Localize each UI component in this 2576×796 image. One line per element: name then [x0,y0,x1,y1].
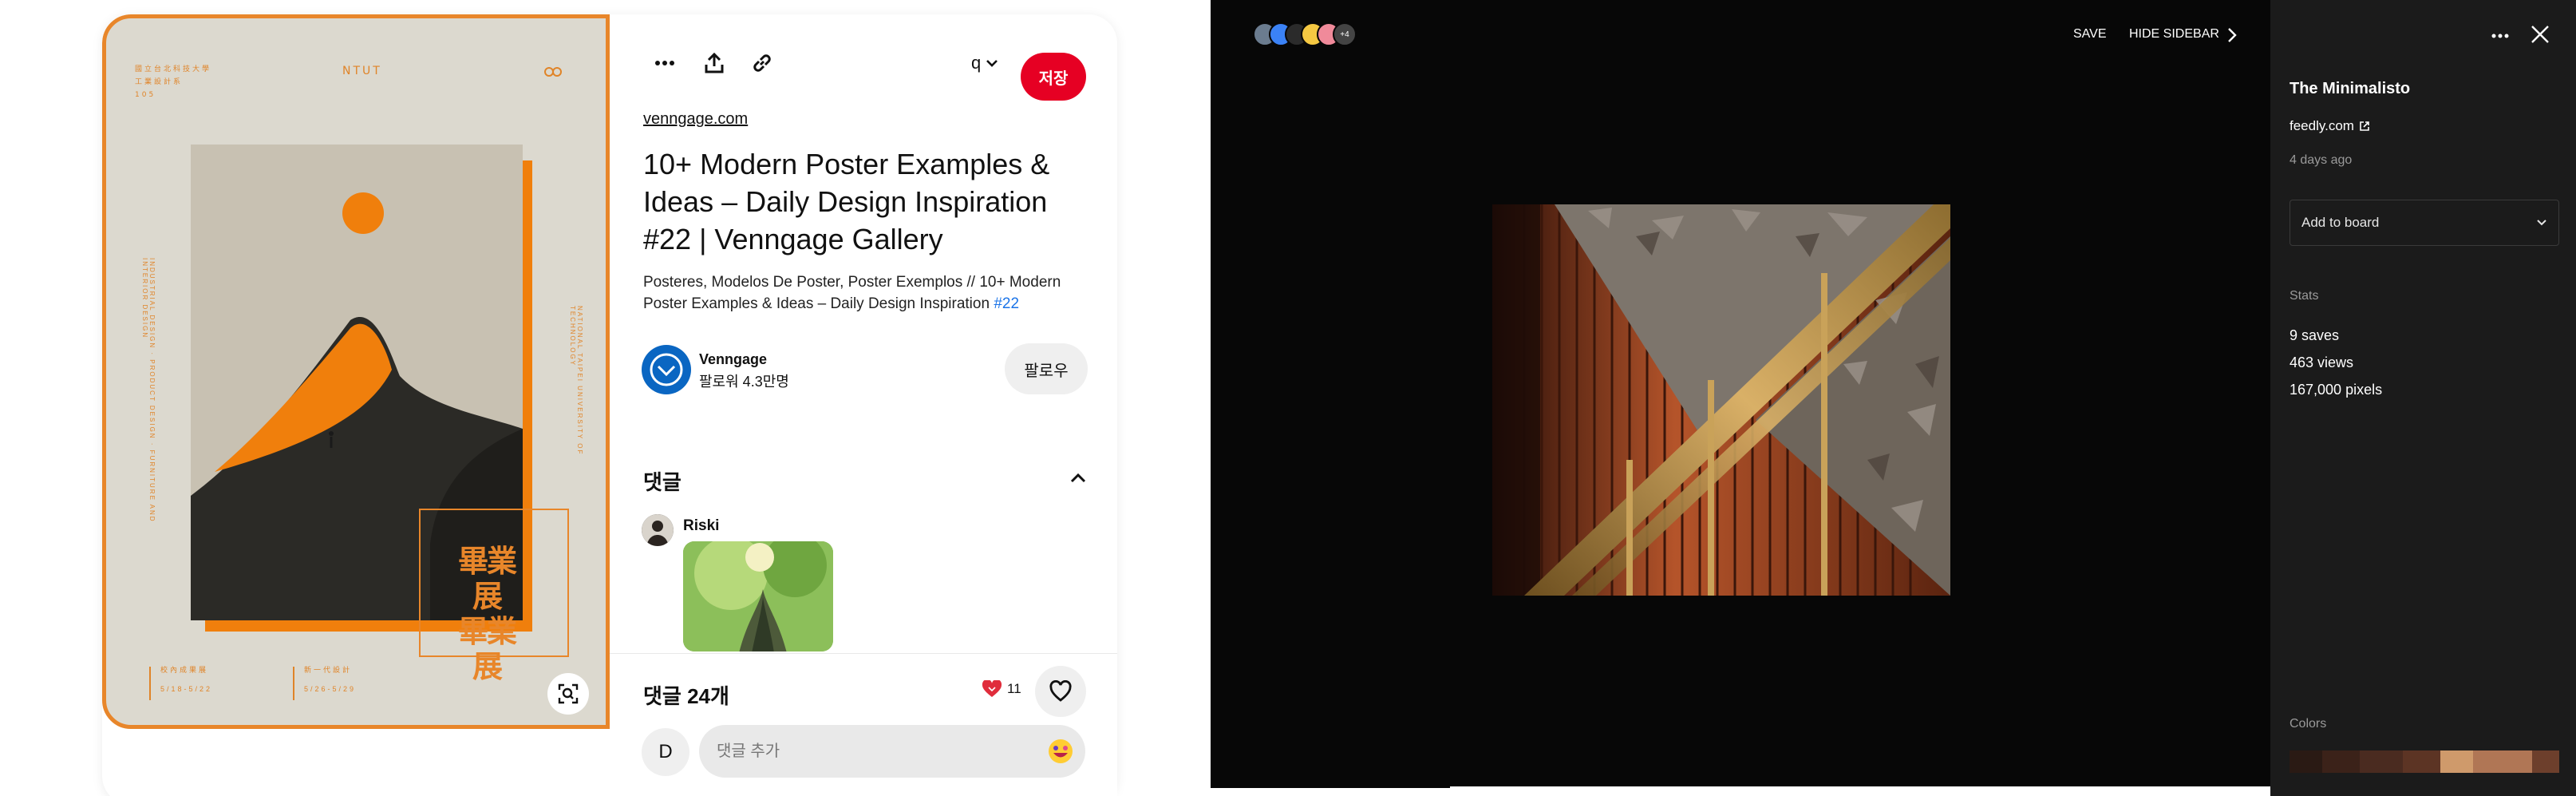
main-photo[interactable] [1492,204,1950,596]
chevron-down-icon [2537,220,2546,226]
stat-pixels: 167,000 pixels [2290,382,2383,398]
color-swatch [2321,750,2360,773]
emoji-icon[interactable] [1047,738,1074,765]
post-title[interactable]: The Minimalisto [2290,80,2410,98]
comment-image[interactable] [683,541,833,651]
pin-title: 10+ Modern Poster Examples & Ideas – Dai… [643,148,1050,255]
close-icon[interactable] [2528,22,2552,46]
share-button[interactable] [694,46,734,80]
add-to-board-select[interactable]: Add to board [2290,200,2559,246]
board-selector[interactable]: q [971,50,998,77]
heart-reaction-icon [982,680,1002,697]
stat-saves: 9 saves [2290,327,2340,343]
creator-name[interactable]: Venngage [699,351,767,368]
comment-count: 댓글 24개 [643,684,729,708]
stats-heading: Stats [2290,289,2319,303]
reaction-count: 11 [1007,681,1021,696]
add-comment-input[interactable] [699,725,1085,778]
stair-interior-photo [1492,204,1950,596]
pin-description: Posteres, Modelos De Poster, Poster Exem… [643,271,1090,315]
share-icon [705,52,724,73]
copy-link-button[interactable] [742,46,782,80]
poster-event-right: 新一代設計 5/26-5/29 [304,666,357,693]
source-domain: feedly.com [2290,118,2354,133]
poster-school-text: 國立台北科技大學 工業設計系 105 [135,65,212,99]
poster-chars-line-1: 畢業展 [457,543,517,614]
poster-left-vertical-text: INDUSTRIAL DESIGN · PRODUCT DESIGN · FUR… [141,258,156,523]
more-icon [655,61,674,65]
viewer-save-button[interactable]: SAVE [2073,27,2107,42]
colors-heading: Colors [2290,717,2327,731]
poster-right-vertical-text: NATIONAL TAIPEI UNIVERSITY OF TECHNOLOGY [569,306,583,456]
post-time: 4 days ago [2290,153,2353,167]
my-avatar[interactable]: D [642,728,689,776]
poster-chars: 畢業展 畢業展 [454,543,520,684]
color-swatch [2402,750,2441,773]
color-swatch [2532,750,2559,773]
tree-photo [683,541,833,651]
collaborator-avatars[interactable]: +4 [1253,22,1357,46]
color-swatch [2290,750,2322,773]
commenter-name[interactable]: Riski [683,517,719,535]
source-domain-link[interactable]: feedly.com [2290,118,2370,134]
stat-views: 463 views [2290,354,2354,370]
add-to-board-label: Add to board [2301,215,2380,230]
person-icon [642,514,674,546]
poster-brand: NTUT [342,65,382,77]
chevron-right-icon[interactable] [2225,26,2239,45]
poster-divider [149,667,151,700]
more-options-button[interactable] [645,46,685,80]
hide-sidebar-button[interactable]: HIDE SIDEBAR [2129,27,2219,42]
heart-icon [1049,680,1072,702]
creator-followers: 팔로워 4.3만명 [699,374,789,390]
board-selector-initial: q [971,53,982,73]
comments-heading: 댓글 [643,470,682,494]
poster-logo-icon [544,67,562,77]
hashtag-link[interactable]: #22 [994,295,1019,312]
visual-search-icon [558,683,579,704]
color-swatch [2440,750,2473,773]
follow-button[interactable]: 팔로우 [1005,343,1088,394]
venngage-logo-icon [650,353,683,386]
color-palette [2290,750,2559,773]
viewer-strip [1211,786,1450,788]
save-button[interactable]: 저장 [1021,53,1086,101]
color-swatch [2359,750,2403,773]
chevron-down-icon [986,60,998,67]
poster-event-left: 校內成果展 5/18-5/22 [160,666,213,693]
commenter-avatar[interactable] [642,514,674,546]
creator-avatar[interactable] [642,345,691,394]
color-swatch [2472,750,2533,773]
source-link[interactable]: venngage.com [643,110,748,129]
link-icon [753,54,771,72]
collaborator-more-count: +4 [1333,22,1357,46]
poster-divider [293,667,294,700]
reaction-summary[interactable]: 11 [982,680,1021,698]
poster-chars-line-2: 畢業展 [457,613,517,684]
more-icon[interactable] [2488,24,2512,48]
collapse-comments-chevron-up-icon[interactable] [1066,466,1090,490]
external-link-icon [2360,121,2369,131]
react-button[interactable] [1035,666,1086,717]
pin-image[interactable]: 國立台北科技大學 工業設計系 105 NTUT INDUSTRIAL DESIG… [102,14,610,729]
visual-search-button[interactable] [547,673,589,715]
